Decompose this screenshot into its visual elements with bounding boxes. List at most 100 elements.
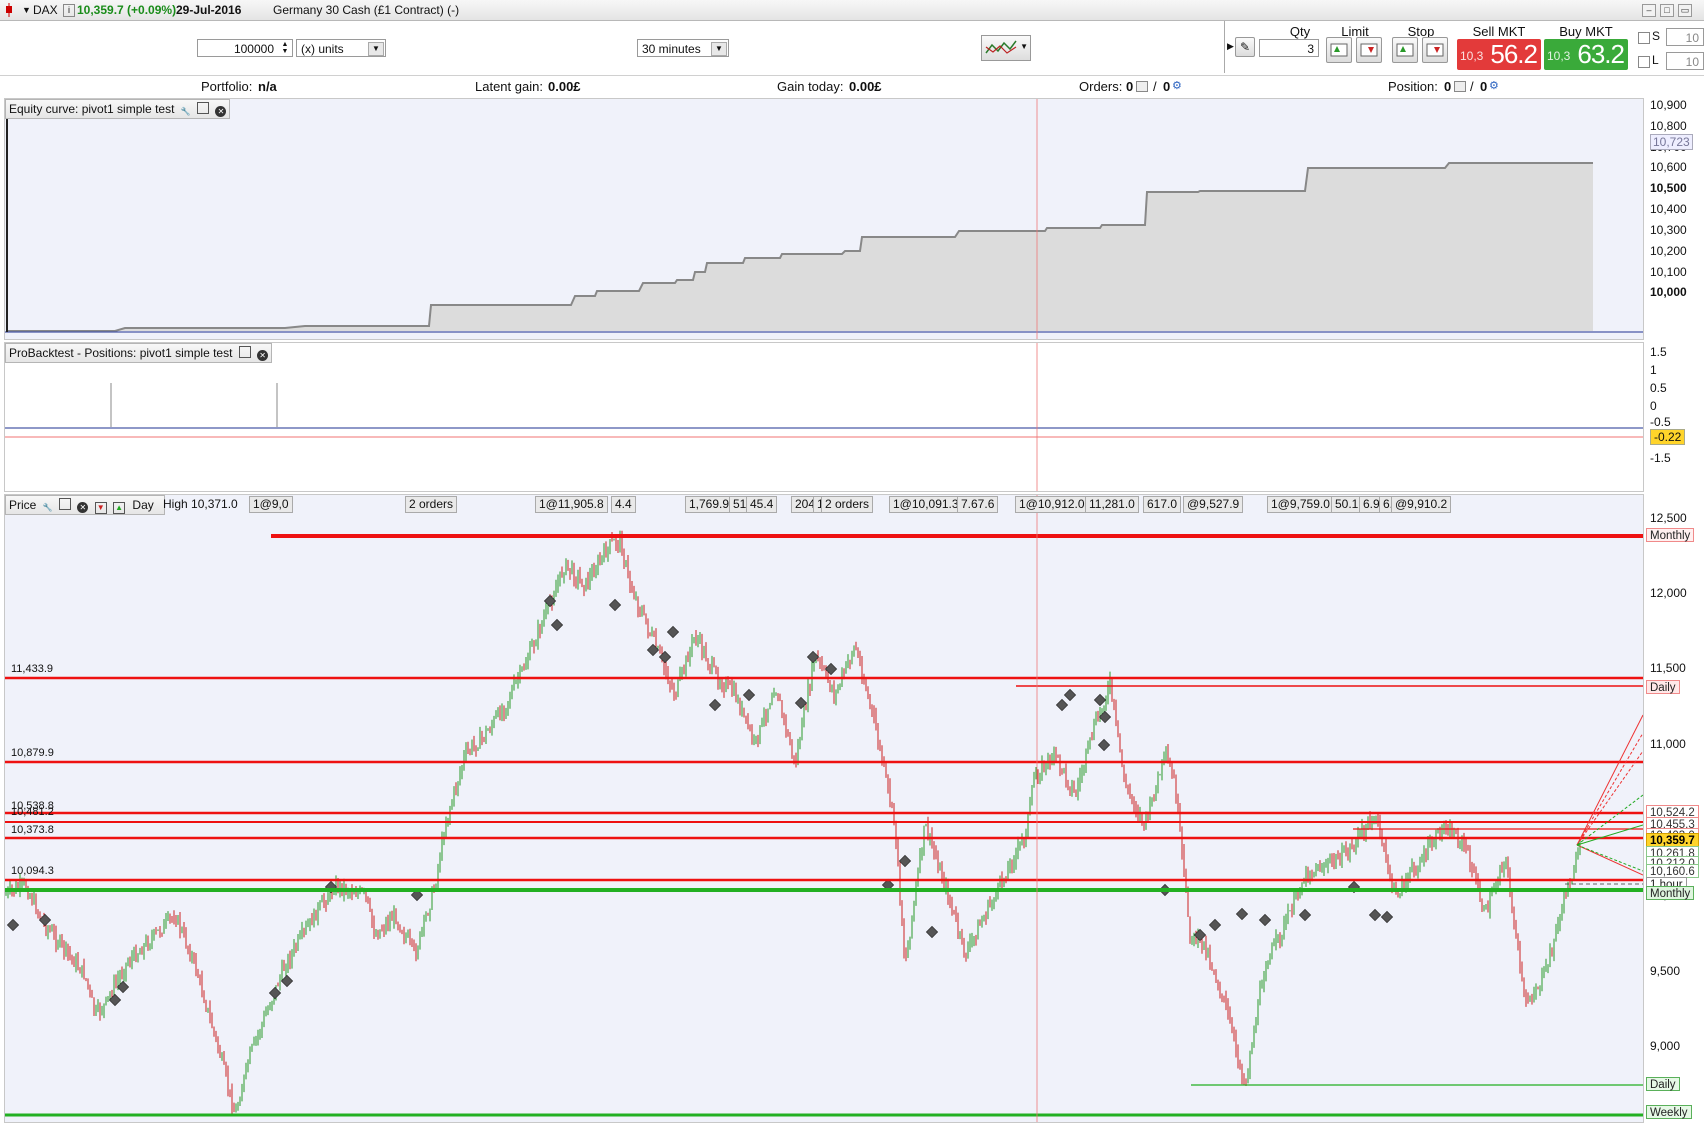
axis-tick-label: 1 — [1650, 363, 1657, 377]
level-label: 10,094.3 — [11, 865, 54, 877]
positions-panel-header[interactable]: ProBacktest - Positions: pivot1 simple t… — [5, 343, 273, 363]
maximize-icon[interactable]: ▭ — [1678, 4, 1692, 17]
instrument-dropdown-icon[interactable]: ▼ — [22, 5, 31, 15]
order-tag[interactable]: 2 orders — [821, 496, 874, 513]
qty-input[interactable]: 3 — [1259, 39, 1319, 57]
order-tag[interactable]: 617.0 — [1143, 496, 1182, 513]
orders-count-a: 0 — [1126, 79, 1134, 94]
trade-marker-icon[interactable] — [666, 625, 680, 639]
trade-marker-icon[interactable] — [608, 598, 622, 612]
limit-checkbox[interactable] — [1638, 56, 1650, 68]
trade-marker-icon[interactable] — [280, 974, 294, 988]
trade-marker-icon[interactable] — [794, 696, 808, 710]
trade-marker-icon[interactable] — [646, 643, 660, 657]
position-list-icon[interactable] — [1454, 81, 1466, 92]
order-tag[interactable]: 50.1 — [1331, 496, 1363, 513]
equity-curve-panel: Equity curve: pivot1 simple test 🔧 ✕ — [4, 98, 1644, 340]
close-icon[interactable]: ✕ — [77, 502, 89, 513]
order-tag[interactable]: 1,769.9 — [685, 496, 734, 513]
quantity-stepper-icon[interactable]: ▲ ▼ — [279, 41, 291, 55]
order-tag[interactable]: 7.67.6 — [957, 496, 999, 513]
trade-marker-icon[interactable] — [806, 650, 820, 664]
axis-tick-label: -0.5 — [1650, 415, 1671, 429]
trade-marker-icon[interactable] — [1093, 693, 1107, 707]
trade-marker-icon[interactable] — [1298, 908, 1312, 922]
order-tag[interactable]: 2 orders — [405, 496, 458, 513]
limit-buy-button[interactable] — [1326, 37, 1352, 63]
stop-sell-button[interactable] — [1422, 37, 1448, 63]
l-input[interactable]: 10 — [1666, 52, 1704, 70]
equity-panel-header[interactable]: Equity curve: pivot1 simple test 🔧 ✕ — [5, 99, 231, 119]
order-tag[interactable]: 1@10,091.3 — [889, 496, 963, 513]
window-icon[interactable] — [238, 346, 251, 358]
trade-marker-icon[interactable] — [1380, 910, 1394, 924]
chart-style-button[interactable]: ▼ — [981, 35, 1031, 61]
trade-marker-icon[interactable] — [1063, 688, 1077, 702]
trade-marker-icon[interactable] — [1055, 698, 1069, 712]
trade-marker-icon[interactable] — [708, 698, 722, 712]
close-icon[interactable]: ✕ — [215, 106, 227, 117]
trade-marker-icon[interactable] — [1368, 908, 1382, 922]
positions-current-tag: -0.22 — [1650, 429, 1686, 445]
arrow-down-icon — [1426, 43, 1444, 57]
wrench-icon[interactable]: 🔧 — [181, 107, 191, 117]
order-tag[interactable]: @9,910.2 — [1391, 496, 1452, 513]
axis-tick-label: 10,300 — [1650, 223, 1687, 237]
position-settings-icon[interactable]: ⚙ — [1489, 79, 1499, 92]
units-select[interactable]: (x) units ▼ — [296, 39, 386, 57]
trade-marker-icon[interactable] — [898, 854, 912, 868]
trade-marker-icon[interactable] — [824, 662, 838, 676]
order-tag[interactable]: 4.4 — [611, 496, 636, 513]
trade-marker-icon[interactable] — [116, 980, 130, 994]
wrench-icon[interactable]: ✎ — [1235, 37, 1255, 57]
stop-buy-button[interactable] — [1392, 37, 1418, 63]
trade-marker-icon[interactable] — [6, 918, 20, 932]
window-icon[interactable] — [197, 102, 210, 114]
orders-settings-icon[interactable]: ⚙ — [1172, 79, 1182, 92]
trade-marker-icon[interactable] — [1098, 710, 1112, 724]
trade-marker-icon[interactable] — [1258, 913, 1272, 927]
order-tag[interactable]: @9,527.9 — [1183, 496, 1244, 513]
equity-area — [7, 163, 1593, 331]
close-icon[interactable]: ✕ — [257, 350, 269, 361]
minimize-icon[interactable]: – — [1642, 4, 1656, 17]
trade-marker-icon[interactable] — [38, 913, 52, 927]
order-tag[interactable]: 45.4 — [746, 496, 778, 513]
trade-marker-icon[interactable] — [1097, 738, 1111, 752]
order-tag[interactable]: 1@11,905.8 — [535, 496, 608, 513]
sell-arrow-icon[interactable]: ▼ — [94, 502, 107, 514]
price-panel-header[interactable]: Price 🔧 ✕ ▼ ▲ Day — [5, 495, 165, 515]
orders-list-icon[interactable] — [1136, 81, 1148, 92]
buy-market-button[interactable]: 10,3 63.2 — [1544, 39, 1628, 70]
trade-marker-icon[interactable] — [742, 688, 756, 702]
window-icon[interactable] — [59, 498, 72, 510]
trade-marker-icon[interactable] — [1208, 918, 1222, 932]
timeframe-select[interactable]: 30 minutes ▼ — [637, 39, 729, 57]
order-tag[interactable]: 1@9,759.0 — [1267, 496, 1334, 513]
units-value: (x) units — [301, 42, 344, 56]
equity-curve-chart — [5, 99, 1643, 339]
buy-arrow-icon[interactable]: ▲ — [113, 502, 126, 514]
trade-marker-icon[interactable] — [550, 618, 564, 632]
trade-marker-icon[interactable] — [268, 986, 282, 1000]
info-icon[interactable]: i — [63, 4, 75, 17]
trade-marker-icon[interactable] — [108, 993, 122, 1007]
restore-icon[interactable]: □ — [1660, 4, 1674, 17]
wrench-icon[interactable]: 🔧 — [43, 503, 53, 513]
arrow-up-icon — [1330, 43, 1348, 57]
stop-checkbox[interactable] — [1638, 32, 1650, 44]
order-tag[interactable]: 1@9,0 — [249, 496, 293, 513]
order-tag[interactable]: 1@10,912.0 — [1015, 496, 1089, 513]
axis-tick-label: 12,500 — [1650, 511, 1687, 525]
level-label: 10,481.2 — [11, 806, 54, 818]
trade-marker-icon[interactable] — [925, 925, 939, 939]
sell-market-button[interactable]: 10,3 56.2 — [1457, 39, 1541, 70]
quantity-input[interactable]: 100000 ▲ ▼ — [197, 39, 293, 57]
trade-marker-icon[interactable] — [1235, 907, 1249, 921]
s-input[interactable]: 10 — [1666, 28, 1704, 46]
sell-mkt-label: Sell MKT — [1472, 24, 1526, 39]
limit-sell-button[interactable] — [1356, 37, 1382, 63]
order-tag[interactable]: 11,281.0 — [1085, 496, 1139, 513]
trade-marker-icon[interactable] — [658, 650, 672, 664]
expand-arrow-icon[interactable]: ▶ — [1227, 41, 1234, 52]
